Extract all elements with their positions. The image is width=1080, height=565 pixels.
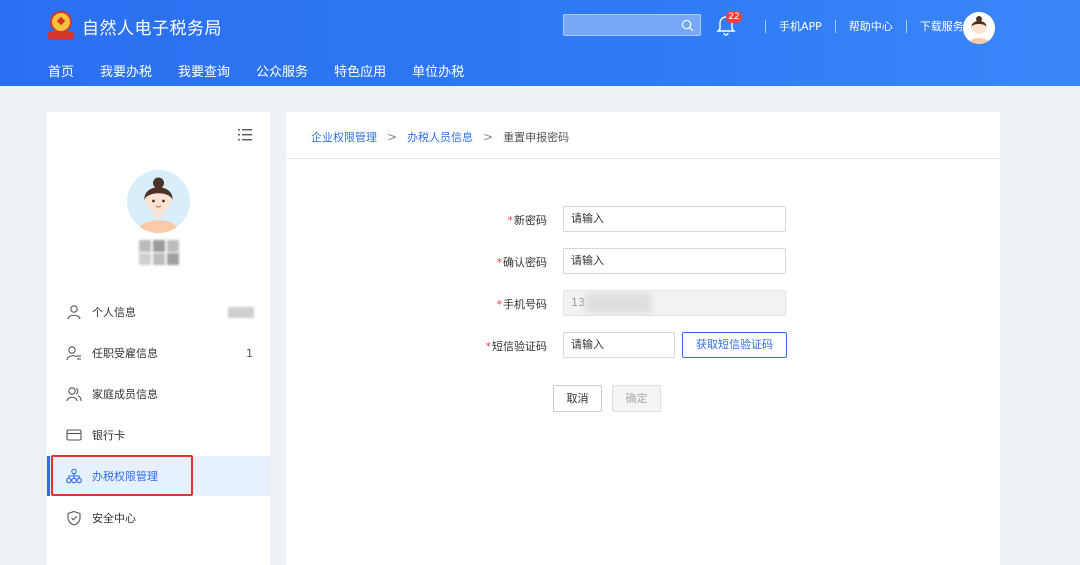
sidebar-item-bank-card[interactable]: 银行卡 (47, 415, 270, 455)
breadcrumb-current-page: 重置申报密码 (503, 131, 570, 144)
breadcrumb-tax-staff-info[interactable]: 办税人员信息 (407, 129, 473, 145)
profile-avatar (127, 170, 190, 233)
bank-card-icon (66, 429, 82, 441)
download-service-link[interactable]: 下载服务 (920, 18, 964, 34)
sidebar-item-personal-info[interactable]: 个人信息 (47, 292, 270, 332)
sidebar-item-security-center[interactable]: 安全中心 (47, 498, 270, 538)
get-sms-code-button[interactable]: 获取短信验证码 (682, 332, 787, 358)
form-row-phone: *手机号码 13 (286, 290, 1000, 316)
new-password-input[interactable]: 请输入 (563, 206, 786, 232)
family-icon (66, 387, 82, 402)
nav-tax-handling[interactable]: 我要办税 (100, 61, 152, 80)
notification-badge: 22 (726, 11, 742, 23)
sidebar-item-label: 银行卡 (92, 429, 125, 442)
form-row-new-password: *新密码 请输入 (286, 206, 1000, 232)
sidebar-item-label: 安全中心 (92, 512, 136, 525)
nav-home[interactable]: 首页 (48, 61, 74, 80)
employment-count: 1 (246, 346, 253, 360)
sidebar-item-label: 家庭成员信息 (92, 388, 158, 401)
sidebar-item-label: 任职受雇信息 (92, 347, 158, 360)
nav-unit-tax[interactable]: 单位办税 (412, 61, 464, 80)
sms-code-label: *短信验证码 (485, 340, 548, 353)
divider (905, 19, 907, 33)
shield-icon (67, 510, 81, 526)
sidebar-item-label: 个人信息 (92, 306, 136, 319)
chevron-right-icon: > (387, 130, 398, 144)
sidebar-item-employment-info[interactable]: 任职受雇信息 1 (47, 333, 270, 373)
divider (834, 19, 836, 33)
user-icon (67, 305, 81, 320)
top-header: 自然人电子税务局 22 手机APP 帮助中心 下载服务 首页 我要办税 我要查询 (0, 0, 1080, 86)
form-row-sms-code: *短信验证码 请输入 获取短信验证码 (286, 332, 1000, 358)
tax-emblem-logo (48, 11, 74, 41)
new-password-label: *新密码 (507, 214, 548, 227)
search-icon[interactable] (681, 19, 694, 32)
phone-label: *手机号码 (496, 298, 548, 311)
nav-query[interactable]: 我要查询 (178, 61, 230, 80)
confirm-password-input[interactable]: 请输入 (563, 248, 786, 274)
help-center-link[interactable]: 帮助中心 (849, 18, 893, 34)
breadcrumb-enterprise-permission[interactable]: 企业权限管理 (311, 129, 377, 145)
sidebar: 个人信息 任职受雇信息 1 家庭成员信息 银行卡 办税权限管理 安全中心 (47, 112, 270, 565)
main-panel: 企业权限管理 > 办税人员信息 > 重置申报密码 *新密码 请输入 *确认密码 … (286, 112, 1000, 565)
sms-code-input[interactable]: 请输入 (563, 332, 675, 358)
avatar-icon (963, 12, 995, 44)
profile-name-redacted (139, 240, 179, 265)
avatar-icon (127, 170, 190, 233)
nav-public-service[interactable]: 公众服务 (256, 61, 308, 80)
chevron-right-icon: > (483, 130, 494, 144)
search-input[interactable] (563, 14, 701, 36)
menu-list-icon[interactable] (238, 129, 252, 141)
employment-icon (66, 346, 81, 361)
form-row-confirm-password: *确认密码 请输入 (286, 248, 1000, 274)
active-indicator (47, 456, 50, 496)
main-nav: 首页 我要办税 我要查询 公众服务 特色应用 单位办税 (48, 61, 490, 80)
nav-featured-apps[interactable]: 特色应用 (334, 61, 386, 80)
brand[interactable]: 自然人电子税务局 (48, 10, 222, 42)
divider (765, 19, 766, 33)
confirm-button[interactable]: 确定 (612, 385, 661, 412)
user-avatar[interactable] (963, 12, 995, 44)
highlight-annotation-box (51, 455, 193, 496)
phone-redacted (585, 293, 651, 313)
top-links: 手机APP 帮助中心 下载服务 (752, 18, 964, 34)
site-title: 自然人电子税务局 (82, 18, 222, 39)
sidebar-item-family-info[interactable]: 家庭成员信息 (47, 374, 270, 414)
breadcrumb: 企业权限管理 > 办税人员信息 > 重置申报密码 (311, 129, 569, 145)
redacted-value (228, 306, 254, 318)
confirm-password-label: *确认密码 (496, 256, 548, 269)
header-divider (286, 158, 1000, 159)
mobile-app-link[interactable]: 手机APP (779, 18, 822, 34)
cancel-button[interactable]: 取消 (553, 385, 602, 412)
